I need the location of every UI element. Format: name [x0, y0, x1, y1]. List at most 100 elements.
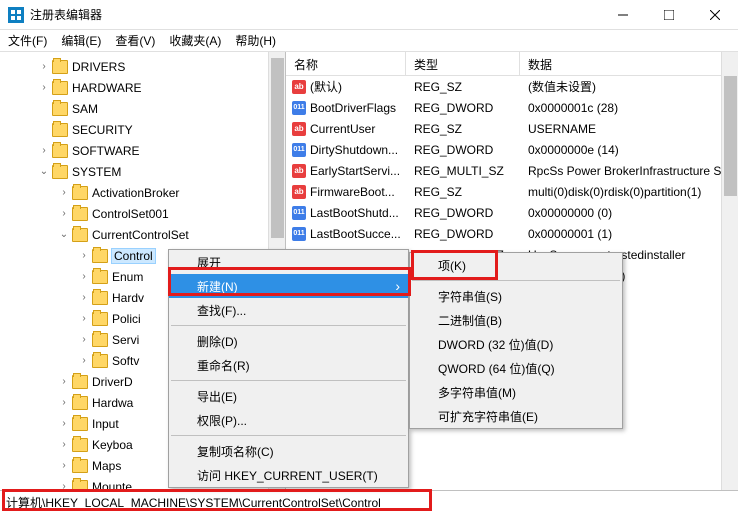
menu-view[interactable]: 查看(V) [115, 32, 155, 49]
menu-edit[interactable]: 编辑(E) [61, 32, 101, 49]
tree-label: Control [112, 249, 155, 263]
value-type: REG_MULTI_SZ [406, 164, 520, 178]
menu-item[interactable]: 权限(P)... [169, 408, 408, 432]
tree-item[interactable]: ›SOFTWARE [0, 140, 285, 161]
menu-item[interactable]: 导出(E) [169, 384, 408, 408]
expander-icon[interactable]: › [78, 292, 90, 303]
menu-fav[interactable]: 收藏夹(A) [169, 32, 221, 49]
folder-icon [52, 144, 68, 158]
tree-item[interactable]: SECURITY [0, 119, 285, 140]
close-button[interactable] [692, 0, 738, 30]
menu-item[interactable]: 重命名(R) [169, 353, 408, 377]
menu-item[interactable]: DWORD (32 位)值(D) [410, 332, 622, 356]
menu-item[interactable]: 查找(F)... [169, 298, 408, 322]
value-type: REG_SZ [406, 122, 520, 136]
list-row[interactable]: LastBootShutd...REG_DWORD0x00000000 (0) [286, 202, 738, 223]
tree-label: Hardv [112, 291, 144, 305]
string-value-icon [292, 185, 306, 199]
expander-icon[interactable]: › [58, 418, 70, 429]
maximize-button[interactable] [646, 0, 692, 30]
minimize-button[interactable] [600, 0, 646, 30]
expander-icon[interactable]: › [58, 397, 70, 408]
expander-icon[interactable]: ⌄ [58, 229, 70, 240]
list-scrollbar[interactable] [721, 52, 738, 490]
menu-item[interactable]: 删除(D) [169, 329, 408, 353]
tree-label: SAM [72, 102, 98, 116]
menu-file[interactable]: 文件(F) [8, 32, 47, 49]
expander-icon[interactable]: ⌄ [38, 166, 50, 177]
expander-icon[interactable]: › [78, 313, 90, 324]
list-row[interactable]: DirtyShutdown...REG_DWORD0x0000000e (14) [286, 139, 738, 160]
menu-item[interactable]: 访问 HKEY_CURRENT_USER(T) [169, 463, 408, 487]
menu-item[interactable]: 展开 [169, 250, 408, 274]
tree-label: Polici [112, 312, 141, 326]
value-name: FirmwareBoot... [310, 185, 395, 199]
statusbar: 计算机\HKEY_LOCAL_MACHINE\SYSTEM\CurrentCon… [0, 490, 738, 514]
list-row[interactable]: FirmwareBoot...REG_SZmulti(0)disk(0)rdis… [286, 181, 738, 202]
tree-label: CurrentControlSet [92, 228, 189, 242]
folder-icon [72, 186, 88, 200]
value-data: 0x00000000 (0) [520, 206, 738, 220]
expander-icon[interactable]: › [58, 208, 70, 219]
list-row[interactable]: CurrentUserREG_SZUSERNAME [286, 118, 738, 139]
folder-icon [52, 81, 68, 95]
tree-label: DriverD [92, 375, 133, 389]
tree-label: Servi [112, 333, 139, 347]
value-data: multi(0)disk(0)rdisk(0)partition(1) [520, 185, 738, 199]
menu-item[interactable]: 项(K) [410, 253, 622, 277]
menu-item[interactable]: QWORD (64 位)值(Q) [410, 356, 622, 380]
list-row[interactable]: (默认)REG_SZ(数值未设置) [286, 76, 738, 97]
context-menu-main: 展开新建(N)查找(F)... 删除(D)重命名(R) 导出(E)权限(P)... 复… [168, 249, 409, 488]
binary-value-icon [292, 101, 306, 115]
menu-item[interactable]: 复制项名称(C) [169, 439, 408, 463]
col-type[interactable]: 类型 [406, 52, 520, 75]
tree-label: Softv [112, 354, 139, 368]
expander-icon[interactable]: › [58, 460, 70, 471]
string-value-icon [292, 164, 306, 178]
list-row[interactable]: LastBootSucce...REG_DWORD0x00000001 (1) [286, 223, 738, 244]
expander-icon[interactable]: › [58, 481, 70, 490]
tree-item[interactable]: ›HARDWARE [0, 77, 285, 98]
expander-icon[interactable]: › [78, 355, 90, 366]
list-header: 名称 类型 数据 [286, 52, 738, 76]
menu-item[interactable]: 多字符串值(M) [410, 380, 622, 404]
expander-icon[interactable]: › [58, 376, 70, 387]
tree-item[interactable]: › DRIVERS [0, 56, 285, 77]
col-data[interactable]: 数据 [520, 52, 738, 75]
list-row[interactable]: BootDriverFlagsREG_DWORD0x0000001c (28) [286, 97, 738, 118]
tree-item[interactable]: ⌄SYSTEM [0, 161, 285, 182]
menu-separator [412, 280, 620, 281]
menu-item[interactable]: 新建(N) [169, 274, 408, 298]
col-name[interactable]: 名称 [286, 52, 406, 75]
menu-help[interactable]: 帮助(H) [235, 32, 276, 49]
value-type: REG_DWORD [406, 206, 520, 220]
tree-item[interactable]: ›ActivationBroker [0, 182, 285, 203]
menu-item[interactable]: 字符串值(S) [410, 284, 622, 308]
list-row[interactable]: EarlyStartServi...REG_MULTI_SZRpcSs Powe… [286, 160, 738, 181]
string-value-icon [292, 122, 306, 136]
tree-item[interactable]: ›ControlSet001 [0, 203, 285, 224]
folder-icon [72, 417, 88, 431]
menu-separator [171, 435, 406, 436]
menu-item[interactable]: 二进制值(B) [410, 308, 622, 332]
folder-icon [72, 480, 88, 491]
value-data: RpcSs Power BrokerInfrastructure S [520, 164, 738, 178]
menu-separator [171, 380, 406, 381]
value-data: 0x0000001c (28) [520, 101, 738, 115]
menu-item[interactable]: 可扩充字符串值(E) [410, 404, 622, 428]
tree-item[interactable]: SAM [0, 98, 285, 119]
value-data: USERNAME [520, 122, 738, 136]
tree-label: Mounte [92, 480, 132, 491]
value-name: (默认) [310, 78, 342, 95]
expander-icon[interactable]: › [58, 187, 70, 198]
expander-icon[interactable]: › [78, 334, 90, 345]
expander-icon[interactable]: › [38, 145, 50, 156]
path-display: 计算机\HKEY_LOCAL_MACHINE\SYSTEM\CurrentCon… [6, 494, 381, 511]
expander-icon[interactable]: › [78, 271, 90, 282]
tree-item[interactable]: ⌄ CurrentControlSet [0, 224, 285, 245]
tree-label: DRIVERS [72, 60, 125, 74]
expander-icon[interactable]: › [38, 61, 50, 72]
expander-icon[interactable]: › [78, 250, 90, 261]
expander-icon[interactable]: › [38, 82, 50, 93]
expander-icon[interactable]: › [58, 439, 70, 450]
